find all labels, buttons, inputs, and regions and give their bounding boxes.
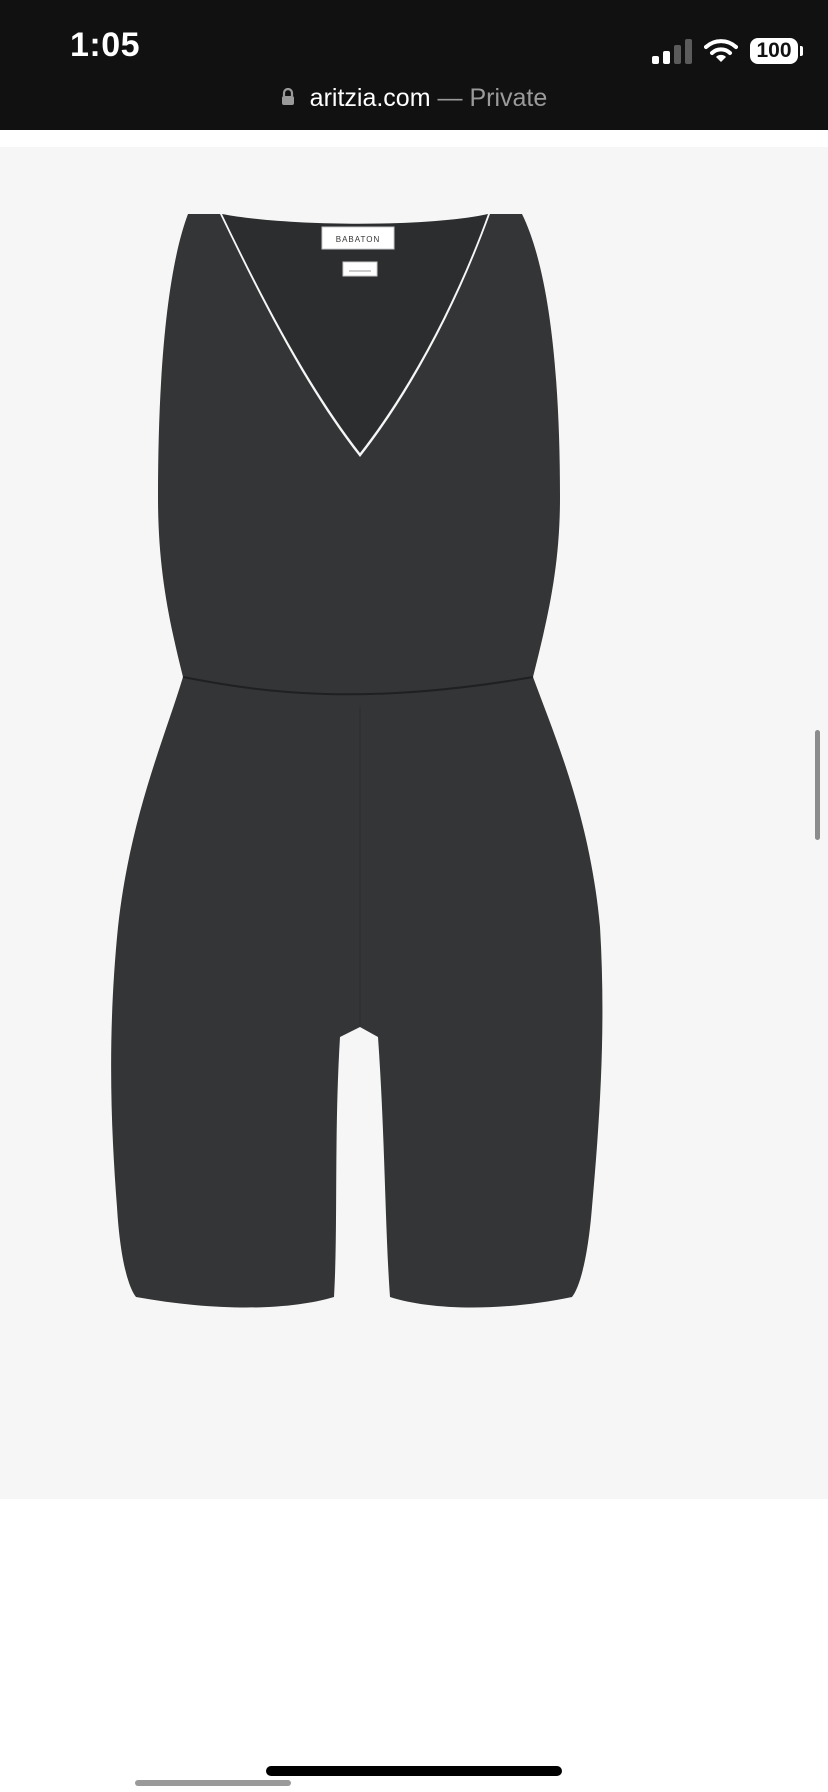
wifi-icon [704,39,738,62]
vertical-scrollbar[interactable] [815,730,820,840]
url-domain: aritzia.com [309,84,431,112]
private-label: — Private [437,84,548,112]
home-indicator[interactable] [266,1766,562,1776]
status-icons: 100 [652,34,803,68]
horizontal-scrollbar[interactable] [135,1780,291,1786]
signal-icon [652,38,692,64]
clock: 1:05 [70,26,141,64]
product-image[interactable]: BABATON [0,147,828,1499]
url-bar[interactable]: aritzia.com — Private [0,84,828,113]
lock-icon [281,88,294,106]
status-bar: 1:05 100 aritzia.com — Private [0,0,828,130]
size-label [342,261,378,277]
battery-icon: 100 [750,38,803,64]
bodysuit-image: BABATON [111,214,603,1308]
brand-label-text: BABATON [336,235,381,244]
battery-level: 100 [756,39,792,62]
